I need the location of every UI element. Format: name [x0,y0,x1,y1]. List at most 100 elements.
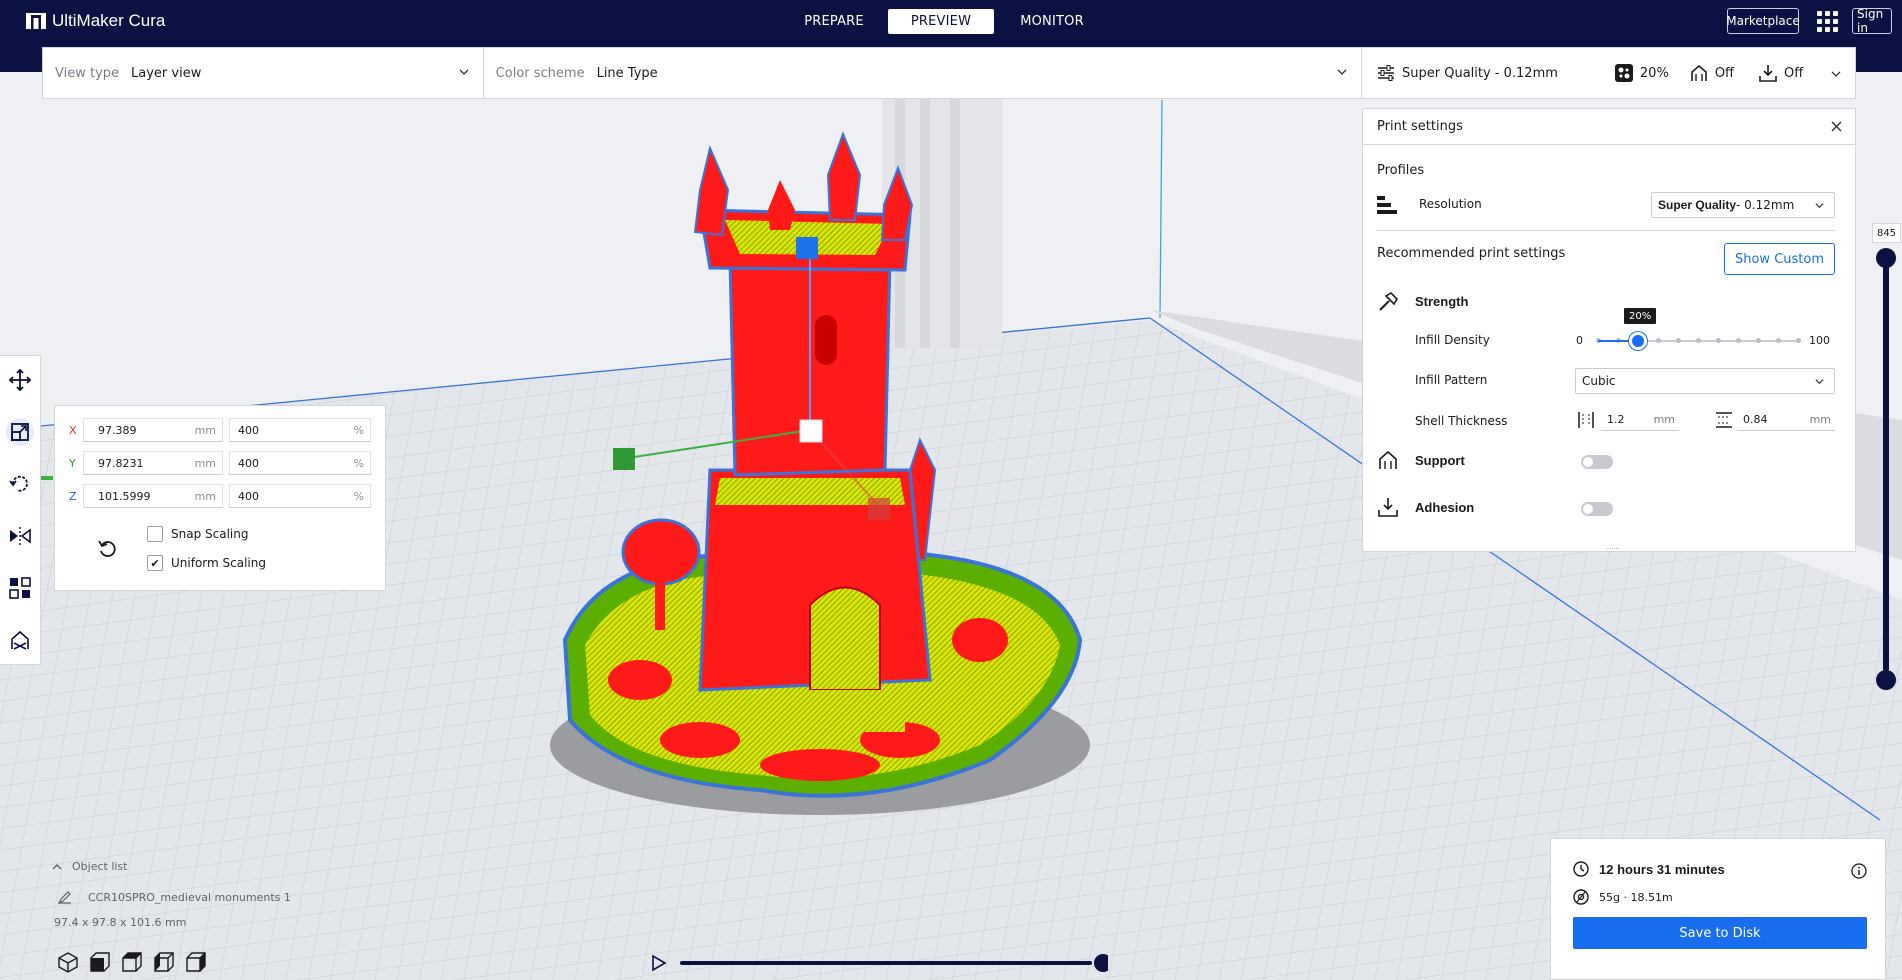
top-bar: UltiMaker Cura PREPARE PREVIEW MONITOR M… [0,0,1902,43]
view-type-value: Layer view [131,65,202,81]
apps-grid-icon[interactable] [1817,11,1838,32]
layer-slider[interactable] [1871,222,1901,692]
resolution-value-rest: - 0.12mm [1736,198,1795,212]
wall-thickness-input[interactable]: 1.2 mm [1601,409,1679,431]
rotate-tool[interactable] [6,470,34,498]
layer-slider-top-handle[interactable] [1876,248,1896,268]
z-pct-input[interactable]: 400% [229,484,371,508]
infill-slider-handle[interactable] [1629,332,1647,350]
mirror-icon [10,527,31,545]
snap-scaling-label: Snap Scaling [171,527,249,541]
profiles-label: Profiles [1377,163,1425,178]
z-axis-label: Z [69,489,77,503]
top-bottom-thickness-icon [1716,412,1732,428]
infill-max-label: 100 [1809,334,1830,347]
view-3d-icon[interactable] [56,950,80,974]
pencil-icon [58,891,71,904]
slider-tick [1795,338,1801,343]
infill-value-tooltip: 20% [1624,308,1657,324]
infill-pattern-dropdown[interactable]: Cubic [1575,368,1835,394]
resolution-icon [1377,196,1397,214]
profile-summary[interactable]: Super Quality - 0.12mm [1376,63,1558,83]
color-scheme-value: Line Type [596,65,658,81]
chevron-up-icon [52,863,62,869]
move-tool[interactable] [6,366,34,394]
view-front-icon[interactable] [88,950,112,974]
x-mm-input[interactable]: 97.389 mm [83,418,223,442]
per-model-settings-tool[interactable] [6,574,34,602]
support-icon [1379,450,1397,469]
y-mm-value: 97.8231 [98,456,144,470]
layer-slider-bottom-handle[interactable] [1876,670,1896,690]
show-custom-button[interactable]: Show Custom [1724,243,1835,275]
layer-timeline[interactable] [648,950,1108,976]
info-icon[interactable] [1851,863,1867,879]
snap-scaling-checkbox[interactable] [147,526,163,542]
resolution-dropdown[interactable]: Super Quality - 0.12mm [1651,192,1835,218]
infill-pattern-value: Cubic [1582,374,1616,388]
slider-tick [1655,338,1661,343]
y-pct-input[interactable]: 400% [229,451,371,475]
view-left-icon[interactable] [152,950,176,974]
slider-tick [1695,338,1701,343]
mirror-tool[interactable] [6,522,34,550]
tab-monitor[interactable]: MONITOR [1002,9,1102,34]
material-usage-row: 55g · 18.51m [1573,889,1673,905]
object-list-toggle[interactable]: Object list [52,860,127,873]
snap-scaling-row[interactable]: Snap Scaling [147,526,248,542]
uniform-scaling-checkbox[interactable]: ✔ [147,555,163,571]
infill-density-slider[interactable] [1595,331,1801,351]
color-scheme-select[interactable]: Color scheme Line Type [484,48,1361,98]
object-name: CCR10SPRO_medieval monuments 1 [88,890,291,904]
print-setup-summary[interactable]: Super Quality - 0.12mm 20% Off Off [1362,47,1856,99]
scale-row-z: Z 101.5999 mm 400% [69,484,377,508]
sign-in-button[interactable]: Sign in [1852,7,1892,35]
unit-pct: % [353,456,364,470]
support-blocker-tool[interactable] [6,626,34,654]
support-summary[interactable]: Off [1689,63,1734,83]
top-bottom-thickness-input[interactable]: 0.84 mm [1737,409,1835,431]
chevron-down-icon[interactable] [1831,69,1841,79]
unit-pct: % [353,423,364,437]
timeline-handle[interactable] [1094,954,1108,972]
material-usage: 55g · 18.51m [1599,890,1673,904]
move-icon [9,369,31,391]
scale-icon [11,423,29,441]
chevron-down-icon [1815,379,1824,385]
view-type-select[interactable]: View type Layer view [43,48,483,98]
y-mm-input[interactable]: 97.8231 mm [83,451,223,475]
tab-preview[interactable]: PREVIEW [888,9,994,34]
adhesion-icon [1759,65,1777,82]
resize-handle[interactable] [1607,548,1619,551]
profile-summary-text: Super Quality - 0.12mm [1402,65,1558,81]
save-to-disk-button[interactable]: Save to Disk [1573,917,1867,949]
infill-summary-text: 20% [1639,65,1669,81]
view-top-icon[interactable] [120,950,144,974]
x-pct-input[interactable]: 400% [229,418,371,442]
top-bottom-thickness-value: 0.84 [1743,413,1768,426]
close-icon[interactable] [1830,120,1843,133]
support-toggle[interactable] [1581,455,1613,469]
marketplace-button[interactable]: Marketplace [1726,8,1800,34]
reset-scale-icon[interactable] [97,538,119,560]
wall-thickness-unit: mm [1653,413,1675,426]
adhesion-summary[interactable]: Off [1758,63,1803,83]
infill-pattern-label: Infill Pattern [1415,373,1488,387]
play-icon[interactable] [652,954,667,972]
adhesion-icon [1378,498,1398,517]
z-mm-input[interactable]: 101.5999 mm [83,484,223,508]
tab-prepare[interactable]: PREPARE [792,9,876,34]
per-model-settings-icon [9,577,31,599]
infill-summary[interactable]: 20% [1614,63,1669,83]
object-list-title: Object list [72,860,128,873]
object-list-item[interactable]: CCR10SPRO_medieval monuments 1 [58,890,291,904]
object-dimensions: 97.4 x 97.8 x 101.6 mm [54,916,187,929]
stage-tabs: PREPARE PREVIEW MONITOR [792,9,1102,34]
adhesion-toggle[interactable] [1581,502,1613,516]
z-pct-value: 400 [238,489,259,503]
uniform-scaling-row[interactable]: ✔ Uniform Scaling [147,555,266,571]
ultimaker-logo-icon [26,13,46,29]
view-right-icon[interactable] [184,950,208,974]
infill-icon [1614,64,1633,82]
scale-tool[interactable] [6,418,34,446]
